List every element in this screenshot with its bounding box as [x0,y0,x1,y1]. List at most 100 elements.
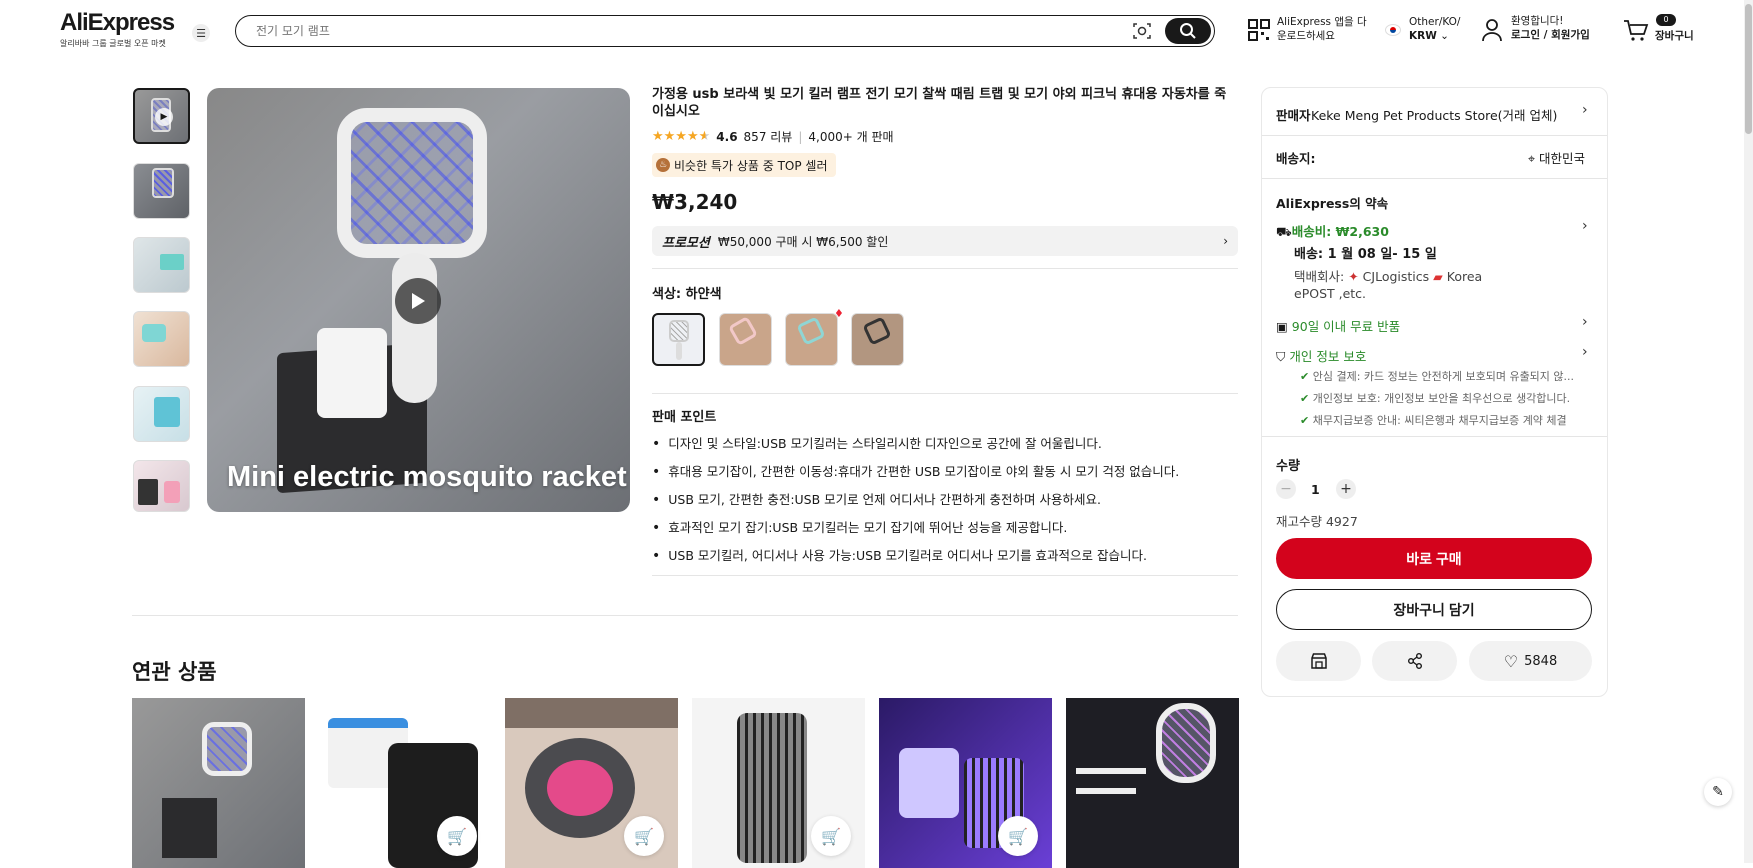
store-button[interactable] [1276,641,1361,681]
increase-quantity-button[interactable]: + [1336,479,1356,499]
main-product-image[interactable]: Mini electric mosquito racket [207,88,630,512]
aliexpress-logo[interactable]: AliExpress 알리바바 그룹 글로벌 오픈 마켓 [60,10,175,49]
color-label: 색상: 하얀색 [652,287,722,302]
thumbnail-6[interactable] [133,460,190,512]
stock-count: 재고수량 4927 [1276,514,1358,529]
privacy-text: 개인 정보 보호 [1289,349,1367,364]
welcome-text: 환영합니다! [1511,15,1564,27]
app-download-line2: 운로드하세요 [1277,30,1335,42]
truck-icon: ⛟ [1276,224,1292,239]
qr-icon[interactable] [1247,18,1271,46]
promotion-label: 프로모션 [662,235,710,251]
store-icon [1310,653,1327,669]
thumbnail-5[interactable] [133,386,190,442]
chevron-right-icon: › [1223,234,1228,248]
edit-feedback-icon[interactable]: ✎ [1704,778,1732,806]
decrease-quantity-button[interactable]: − [1276,479,1296,499]
color-option-white[interactable] [652,313,705,366]
korea-post-logo-icon: ▰ [1433,269,1443,284]
quantity-value[interactable]: 1 [1311,482,1320,497]
locale-line1: Other/KO/ [1409,16,1461,28]
return-box-icon: ▣ [1276,319,1288,334]
carrier-cj: CJLogistics [1362,269,1430,284]
image-caption: Mini electric mosquito racket [227,461,627,493]
search-input[interactable] [256,22,1016,40]
related-product-card[interactable] [1066,698,1239,868]
logo-subtitle: 알리바바 그룹 글로벌 오픈 마켓 [60,39,166,48]
cart-count-badge: 0 [1656,14,1676,26]
sold-count: 4,000+ 개 판매 [808,130,894,144]
check-icon: ✔ [1300,414,1310,427]
color-option-3[interactable] [785,313,838,366]
privacy-row[interactable]: ⛉ 개인 정보 보호 [1276,346,1366,365]
related-product-card[interactable]: 🛒 [318,698,491,868]
korea-flag-icon [1385,24,1401,36]
check-icon: ✔ [1300,370,1310,383]
buy-now-button[interactable]: 바로 구매 [1276,538,1592,579]
carrier-etc: ePOST ,etc. [1294,286,1367,301]
selling-points-title: 판매 포인트 [652,410,717,425]
search-button[interactable] [1165,18,1211,44]
related-products-title: 연관 상품 [132,660,217,684]
related-product-card[interactable]: 🛒 [692,698,865,868]
scrollbar[interactable] [1744,0,1753,863]
promotion-bar[interactable]: 프로모션 ₩50,000 구매 시 ₩6,500 할인 › [652,226,1238,256]
carrier-korea: Korea [1446,269,1483,284]
location-pin-icon: ⌖ [1528,151,1536,166]
returns-row[interactable]: ▣ 90일 이내 무료 반품 [1276,316,1400,335]
chevron-right-icon: › [1582,102,1588,118]
menu-icon[interactable]: ☰ [192,24,210,42]
wishlist-button[interactable]: ♡ 5848 [1469,641,1592,681]
add-to-cart-icon[interactable]: 🛒 [624,816,664,856]
thumbnail-3[interactable] [133,237,190,293]
ship-to-location[interactable]: ⌖ 대한민국 [1528,148,1585,167]
check-icon: ✔ [1300,392,1310,405]
related-product-card[interactable] [132,698,305,868]
thumbnail-4[interactable] [133,311,190,367]
share-button[interactable] [1372,641,1457,681]
cart-icon[interactable] [1623,18,1649,46]
thumbnail-2[interactable] [133,163,190,219]
currency-label: KRW [1409,30,1437,42]
related-product-card[interactable]: 🛒 [505,698,678,868]
search-bar [235,15,1215,47]
carrier-row: 택배회사: ✦ CJLogistics ▰ Korea [1294,266,1482,285]
carrier-label: 택배회사: [1294,269,1345,284]
thumbnail-video[interactable]: ▶ [133,88,190,144]
add-to-cart-icon[interactable]: 🛒 [998,816,1038,856]
user-icon[interactable] [1481,18,1503,46]
seller-name[interactable]: Keke Meng Pet Products Store(거래 업체) [1311,105,1557,124]
review-count[interactable]: 857 리뷰 [744,128,793,145]
privacy-item: ✔ 안심 결제: 카드 정보는 안전하게 보호되며 유출되지 않... [1300,368,1574,384]
add-to-cart-icon[interactable]: 🛒 [437,816,477,856]
seller-label: 판매자 [1276,108,1311,123]
color-option-4[interactable] [851,313,904,366]
quantity-label: 수량 [1276,459,1300,474]
selling-point: 휴대용 모기잡이, 간편한 이동성:휴대가 간편한 USB 모기잡이로 야외 활… [652,461,1179,480]
play-video-button[interactable] [395,278,441,324]
top-seller-badge[interactable]: ♨ 비슷한 특가 상품 중 TOP 셀러 [652,153,836,177]
cart-label[interactable]: 장바구니 [1655,29,1694,43]
privacy-item: ✔ 개인정보 보호: 개인정보 보안을 최우선으로 생각합니다. [1300,390,1570,406]
rating-row: ★★★★★ 4.6 857 리뷰 | 4,000+ 개 판매 [652,128,894,145]
privacy-item-text: 채무지급보증 안내: 씨티은행과 채무지급보증 계약 체결 [1312,414,1567,427]
add-to-cart-icon[interactable]: 🛒 [811,816,851,856]
related-product-card[interactable]: 🛒 [879,698,1052,868]
image-search-icon[interactable] [1132,21,1152,41]
shield-icon: ⛉ [1276,349,1286,364]
shipping-fee: 배송비: ₩2,630 [1291,224,1389,239]
chevron-right-icon: › [1582,218,1588,234]
delivery-date: 배송: 1 월 08 일- 15 일 [1294,247,1437,262]
privacy-item: ✔ 채무지급보증 안내: 씨티은행과 채무지급보증 계약 체결 [1300,412,1567,428]
color-option-2[interactable] [719,313,772,366]
shipping-fee-row[interactable]: ⛟배송비: ₩2,630 [1276,221,1389,241]
product-title: 가정용 usb 보라색 빛 모기 킬러 램프 전기 모기 찰싹 때림 트랩 및 … [652,87,1227,119]
promise-title: AliExpress의 약속 [1276,196,1389,211]
wishlist-count: 5848 [1524,653,1558,669]
scrollbar-thumb[interactable] [1745,4,1752,134]
chevron-down-icon: ⌄ [1440,30,1449,42]
add-to-cart-button[interactable]: 장바구니 담기 [1276,589,1592,630]
app-download-link[interactable]: AliExpress 앱을 다 운로드하세요 [1277,15,1367,43]
locale-selector[interactable]: Other/KO/ KRW ⌄ [1409,15,1460,43]
account-link[interactable]: 환영합니다! 로그인 / 회원가입 [1511,14,1590,42]
